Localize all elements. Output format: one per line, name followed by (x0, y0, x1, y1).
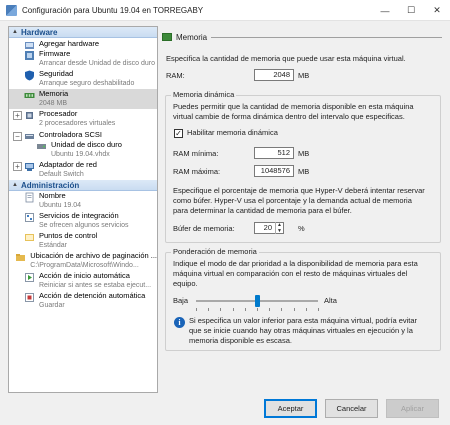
max-ram-unit: MB (298, 167, 310, 176)
memory-weight-title: Ponderación de memoria (171, 247, 259, 256)
weight-info-text: memoria disponible es escasa. (189, 336, 292, 345)
section-administration-label: Administración (21, 180, 80, 190)
dynamic-memory-description: virtual cambie de forma dinámica dentro … (173, 112, 405, 121)
max-ram-label: RAM máxima: (173, 167, 221, 176)
expand-icon[interactable]: + (13, 111, 22, 120)
sidebar-item-network-adapter[interactable]: + Adaptador de red Default Switch (9, 160, 157, 180)
window-title: Configuración para Ubuntu 19.04 en TORRE… (22, 5, 204, 15)
close-button[interactable]: ✕ (424, 0, 450, 21)
start-action-icon (25, 273, 34, 282)
app-icon (6, 4, 17, 16)
sidebar-item-hard-drive[interactable]: Unidad de disco duro Ubuntu 19.04.vhdx (9, 140, 157, 160)
enable-dynamic-memory-checkbox[interactable]: ✓ (174, 129, 183, 138)
min-ram-input[interactable]: 512 (254, 147, 294, 159)
stepper-down-icon[interactable]: ▼ (276, 228, 283, 234)
sidebar-item-auto-start-action[interactable]: Acción de inicio automática Reiniciar si… (9, 271, 157, 291)
ram-input[interactable]: 2048 (254, 69, 294, 81)
title-bar: Configuración para Ubuntu 19.04 en TORRE… (0, 0, 450, 21)
min-ram-label: RAM mínima: (173, 149, 219, 158)
sidebar-item-add-hardware[interactable]: Agregar hardware (9, 38, 157, 49)
section-header: Memoria (162, 31, 442, 43)
sidebar-item-integration-services[interactable]: Servicios de integración Se ofrecen algu… (9, 211, 157, 231)
info-icon: i (174, 317, 185, 328)
slider-tick (281, 308, 283, 311)
stop-action-icon (25, 293, 34, 302)
network-adapter-icon (25, 163, 34, 171)
ram-label: RAM: (166, 71, 185, 80)
sidebar-item-name[interactable]: Nombre Ubuntu 19.04 (9, 191, 157, 211)
checkpoint-icon (25, 234, 34, 241)
memory-icon (24, 93, 35, 98)
slider-tick (305, 308, 307, 311)
sidebar-item-paging-file-location[interactable]: Ubicación de archivo de paginación ... C… (9, 251, 157, 271)
sidebar-item-security[interactable]: Seguridad Arranque seguro deshabilitado (9, 69, 157, 89)
settings-tree: ▲ Hardware Agregar hardware Firmware Arr… (8, 26, 158, 393)
memory-icon (162, 33, 172, 41)
weight-info-text: Si especifica un valor inferior para est… (189, 316, 418, 325)
folder-icon (16, 254, 26, 261)
buffer-description: Especifique el porcentaje de memoria que… (173, 186, 425, 195)
integration-services-icon (25, 213, 34, 222)
buffer-label: Búfer de memoria: (173, 224, 235, 233)
collapse-icon: ▲ (12, 182, 18, 188)
memory-weight-description: máquina virtual en comparación con el re… (173, 269, 408, 278)
slider-tick (220, 308, 222, 311)
dynamic-memory-group: Memoria dinámica Puedes permitir que la … (165, 90, 441, 243)
weight-info-text: que se inicie cuando hay otras máquinas … (189, 326, 413, 335)
memory-weight-description: Indique el modo de dar prioridad a la di… (173, 259, 418, 268)
slider-tick (293, 308, 295, 311)
min-ram-unit: MB (298, 149, 310, 158)
window-controls: — ☐ ✕ (372, 0, 450, 21)
divider (211, 36, 442, 38)
slider-tick (244, 308, 246, 311)
hard-drive-icon (37, 144, 46, 149)
max-ram-input[interactable]: 1048576 (254, 165, 294, 177)
memory-weight-description: equipo. (173, 279, 198, 288)
document-icon (25, 192, 34, 203)
shield-icon (25, 70, 34, 81)
cancel-button[interactable]: Cancelar (325, 399, 378, 418)
section-hardware[interactable]: ▲ Hardware (9, 27, 157, 38)
accept-button[interactable]: Aceptar (264, 399, 317, 418)
buffer-description: como búfer. Hyper-V usa el porcentaje y … (173, 196, 412, 205)
slider-tick (318, 308, 319, 311)
slider-low-label: Baja (173, 296, 189, 305)
buffer-description: para determinar la cantidad de memoria p… (173, 206, 352, 215)
firmware-icon (25, 51, 34, 60)
dynamic-memory-title: Memoria dinámica (171, 90, 237, 99)
expand-icon[interactable]: + (13, 162, 22, 171)
sidebar-item-checkpoints[interactable]: Puntos de control Estándar (9, 231, 157, 251)
memory-weight-group: Ponderación de memoria Indique el modo d… (165, 247, 441, 351)
sidebar-item-processor[interactable]: + Procesador 2 procesadores virtuales (9, 109, 157, 129)
section-administration[interactable]: ▲ Administración (9, 180, 157, 191)
processor-icon (26, 112, 33, 119)
section-hardware-label: Hardware (21, 27, 58, 37)
slider-tick (208, 308, 210, 311)
collapse-icon: ▲ (12, 29, 18, 35)
slider-tick (196, 308, 197, 311)
slider-tick (257, 308, 258, 311)
memory-settings-panel: Memoria Especifica la cantidad de memori… (162, 26, 442, 393)
buffer-stepper[interactable]: ▲ ▼ (275, 222, 283, 234)
ram-unit: MB (298, 71, 310, 80)
slider-tick (269, 308, 271, 311)
enable-dynamic-memory-label[interactable]: Habilitar memoria dinámica (187, 128, 278, 138)
section-title: Memoria (176, 32, 208, 42)
sidebar-item-memory[interactable]: Memoria 2048 MB (9, 89, 157, 109)
sidebar-item-auto-stop-action[interactable]: Acción de detención automática Guardar (9, 291, 157, 311)
slider-tick (232, 308, 234, 311)
memory-intro-text: Especifica la cantidad de memoria que pu… (166, 54, 406, 63)
maximize-button[interactable]: ☐ (398, 0, 424, 21)
slider-high-label: Alta (324, 296, 337, 305)
minimize-button[interactable]: — (372, 0, 398, 21)
memory-weight-slider-thumb[interactable] (254, 295, 260, 307)
sidebar-item-scsi-controller[interactable]: − Controladora SCSI (9, 129, 157, 141)
dynamic-memory-description: Puedes permitir que la cantidad de memor… (173, 102, 414, 111)
apply-button[interactable]: Aplicar (386, 399, 439, 418)
sidebar-item-firmware[interactable]: Firmware Arrancar desde Unidad de disco … (9, 49, 157, 69)
buffer-unit: % (298, 224, 305, 233)
